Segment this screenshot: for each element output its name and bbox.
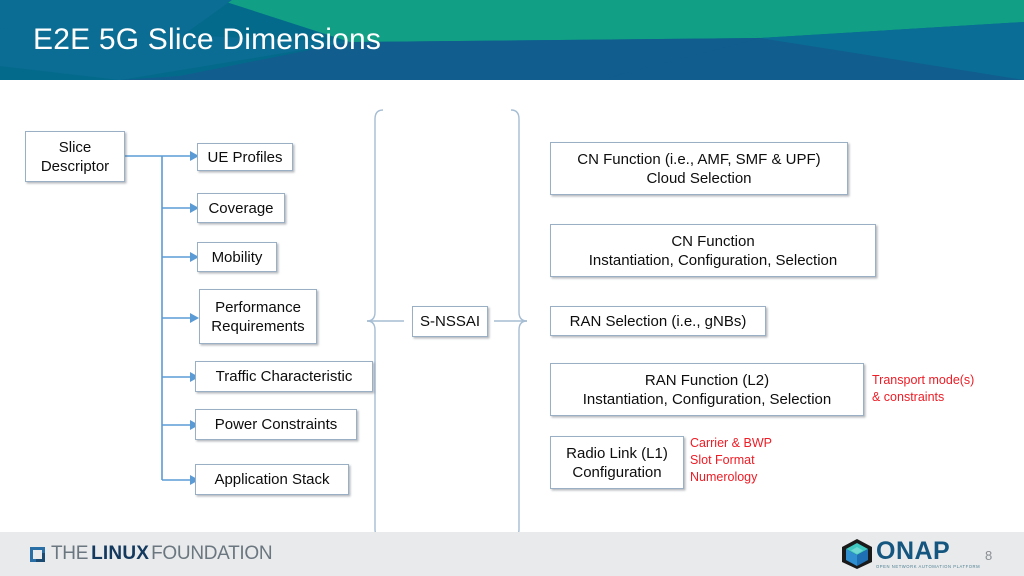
linux-foundation-logo: THE LINUX FOUNDATION [30,542,273,566]
lf-the-text: THE [51,543,89,564]
node-label: Performance Requirements [211,298,305,335]
node-cn-function-instantiation[interactable]: CN Function Instantiation, Configuration… [550,224,876,277]
node-traffic-characteristic[interactable]: Traffic Characteristic [195,361,373,392]
node-power-constraints[interactable]: Power Constraints [195,409,357,440]
node-ran-function-l2[interactable]: RAN Function (L2) Instantiation, Configu… [550,363,864,416]
annotation-carrier-bwp: Carrier & BWP Slot Format Numerology [690,436,772,484]
onap-hexagon-icon [842,539,872,569]
lf-foundation-text: FOUNDATION [151,543,273,564]
node-label: CN Function (i.e., AMF, SMF & UPF) Cloud… [577,150,821,187]
node-mobility[interactable]: Mobility [197,242,277,272]
node-label: CN Function Instantiation, Configuration… [588,232,838,269]
node-label: RAN Selection (i.e., gNBs) [569,312,747,330]
node-application-stack[interactable]: Application Stack [195,464,349,495]
node-label: S-NSSAI [419,313,480,330]
diagram-canvas: Slice Descriptor UE Profiles Coverage Mo… [0,80,1024,532]
node-slice-descriptor[interactable]: Slice Descriptor [25,131,125,182]
onap-tagline: OPEN NETWORK AUTOMATION PLATFORM [876,563,981,569]
annotation-transport-modes: Transport mode(s) & constraints [872,373,975,404]
onap-logo: ONAP OPEN NETWORK AUTOMATION PLATFORM [840,538,980,570]
node-performance-requirements[interactable]: Performance Requirements [199,289,317,344]
node-ue-profiles[interactable]: UE Profiles [197,143,293,171]
slide-banner: E2E 5G Slice Dimensions [0,0,1024,80]
node-label: Traffic Characteristic [215,368,353,385]
node-label: Application Stack [214,471,330,488]
linux-foundation-mark-icon [30,546,45,562]
onap-word: ONAP [876,536,951,565]
node-label: Mobility [211,248,263,266]
lf-linux-text: LINUX [91,543,150,564]
page-title: E2E 5G Slice Dimensions [33,23,382,56]
node-coverage[interactable]: Coverage [197,193,285,223]
node-label: Power Constraints [214,416,338,433]
node-label: UE Profiles [207,148,283,166]
node-ran-selection[interactable]: RAN Selection (i.e., gNBs) [550,306,766,336]
node-cn-function-cloud-selection[interactable]: CN Function (i.e., AMF, SMF & UPF) Cloud… [550,142,848,195]
node-label: Radio Link (L1) Configuration [566,444,668,481]
diagram-connectors [125,109,528,532]
page-number: 8 [985,548,993,563]
node-label: Coverage [208,199,274,217]
node-label: RAN Function (L2) Instantiation, Configu… [582,371,832,408]
node-s-nssai[interactable]: S-NSSAI [412,306,488,337]
onap-wordmark: ONAP OPEN NETWORK AUTOMATION PLATFORM [876,536,981,570]
node-label: Slice Descriptor [40,138,110,175]
node-radio-link-l1[interactable]: Radio Link (L1) Configuration [550,436,684,489]
